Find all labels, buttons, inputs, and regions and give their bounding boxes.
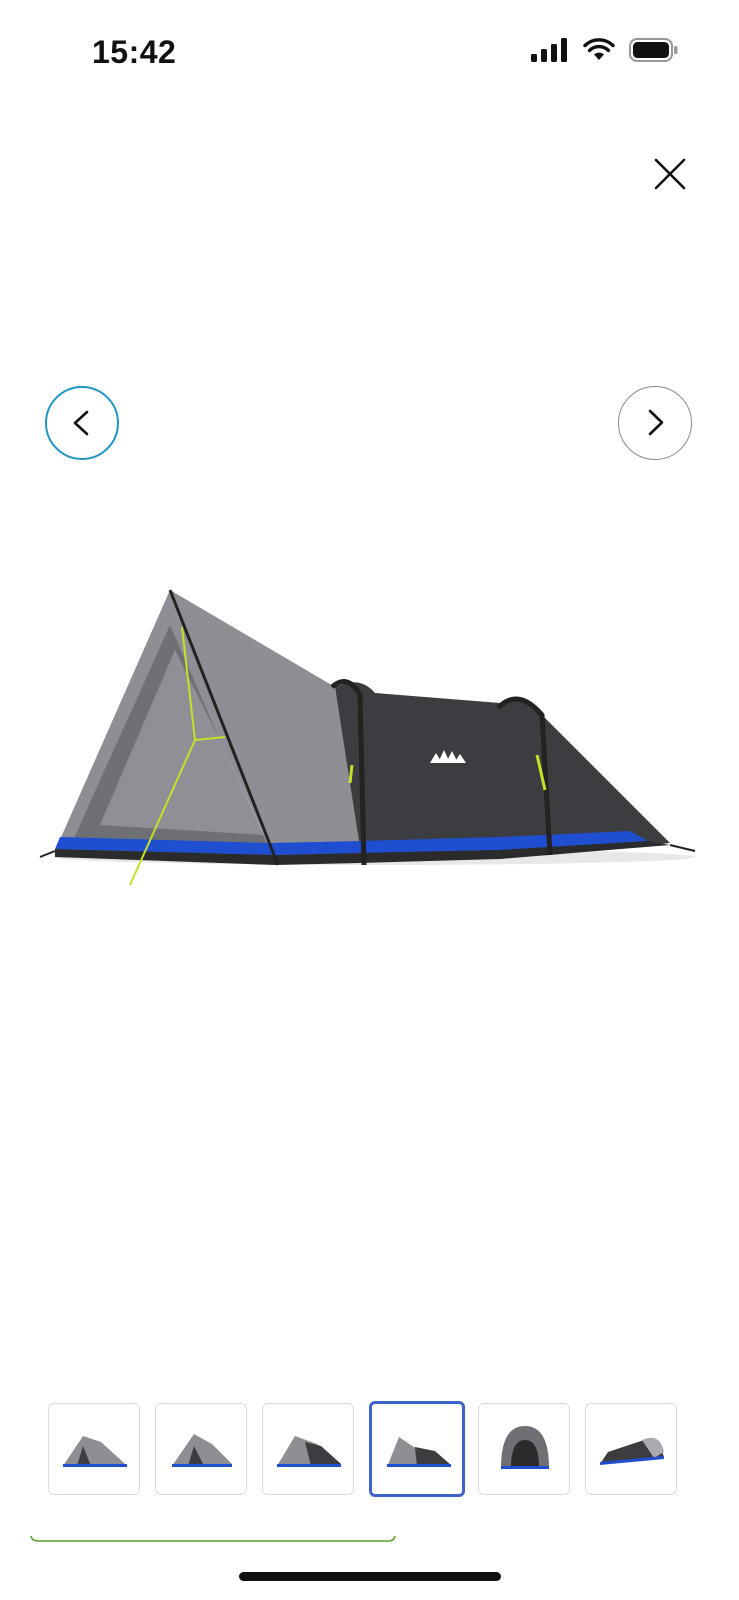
tent-thumbnail-image [501,1426,549,1469]
previous-image-button[interactable] [45,386,119,460]
next-image-button[interactable] [618,386,692,460]
battery-icon [629,38,678,62]
chevron-left-icon [73,410,89,436]
thumbnail-scroll-indicator [30,1535,396,1542]
thumbnail-5[interactable] [478,1403,570,1495]
tent-thumbnail-image [63,1436,127,1467]
cellular-signal-icon [531,38,567,62]
status-time: 15:42 [92,34,177,70]
status-bar: 15:42 [0,0,739,110]
thumbnail-1[interactable] [48,1403,140,1495]
close-icon [654,158,686,190]
thumbnail-6[interactable] [585,1403,677,1495]
wifi-icon [583,38,615,60]
home-indicator[interactable] [239,1572,501,1581]
thumbnail-4-selected[interactable] [369,1401,465,1497]
thumbnail-3[interactable] [262,1403,354,1495]
close-button[interactable] [648,152,692,196]
thumbnail-strip [48,1401,698,1498]
chevron-right-icon [648,409,664,436]
tent-thumbnail-image [387,1437,451,1467]
status-icons [531,38,679,62]
tent-thumbnail-image [172,1434,232,1467]
thumbnail-2[interactable] [155,1403,247,1495]
tent-side-view-image [39,589,696,886]
product-image [30,575,710,915]
tent-thumbnail-image [277,1436,341,1467]
tent-thumbnail-image [600,1437,664,1465]
